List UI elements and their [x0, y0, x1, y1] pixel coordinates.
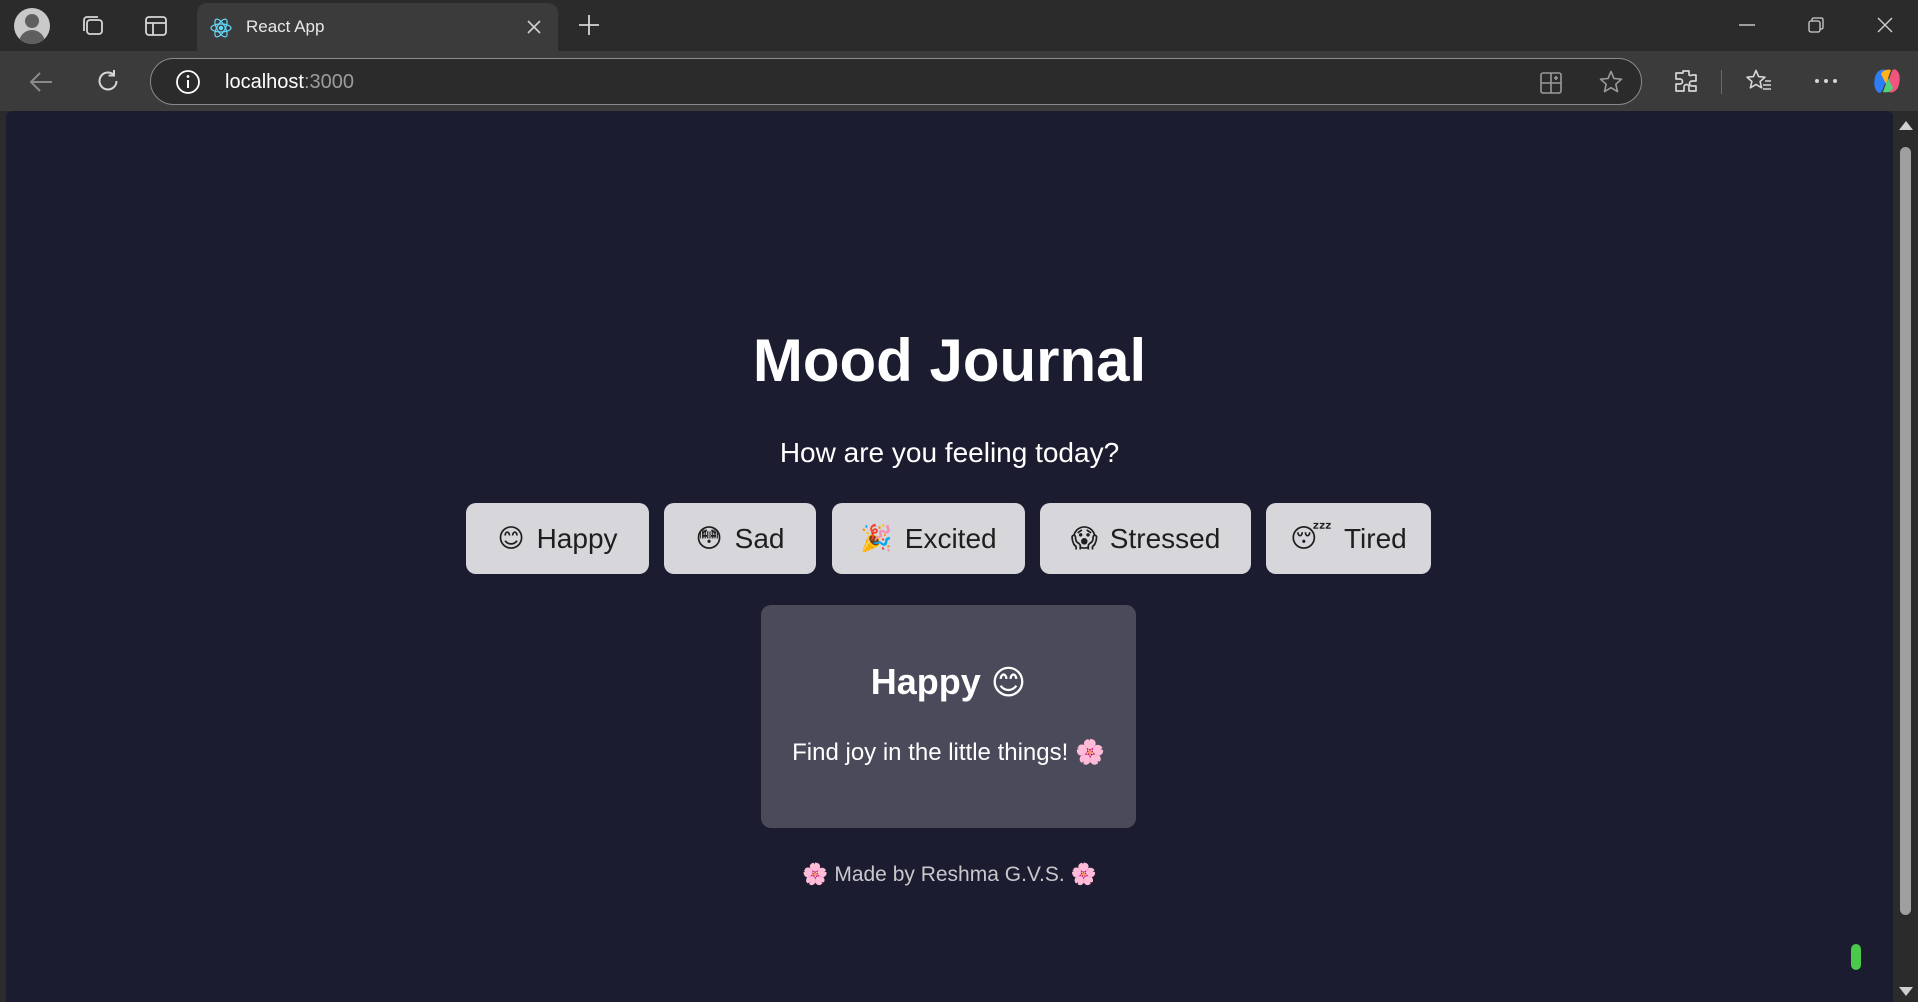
tab-react-app[interactable]: React App: [197, 3, 558, 51]
address-bar[interactable]: localhost:3000: [150, 58, 1642, 105]
flushed-emoji-icon: 😳: [695, 523, 723, 554]
url-host: localhost: [225, 71, 304, 93]
mood-result-message: Find joy in the little things! 🌸: [761, 738, 1136, 767]
close-tab-icon[interactable]: [522, 15, 546, 39]
mood-question: How are you feeling today?: [779, 437, 1120, 468]
mood-button-label: Happy: [536, 522, 618, 554]
mood-button-row: 😊 Happy 😳 Sad 🎉 Excited 😱 Stressed 😴 Tir…: [6, 503, 1893, 574]
mood-result-title: Happy 😊: [761, 661, 1136, 703]
reload-icon[interactable]: [93, 66, 123, 96]
favorites-icon[interactable]: [1744, 66, 1774, 96]
scroll-down-arrow-icon[interactable]: [1899, 987, 1913, 996]
smile-emoji-icon: 😊: [497, 523, 525, 554]
mood-button-tired[interactable]: 😴 Tired: [1266, 503, 1431, 574]
url-port: :3000: [303, 71, 354, 93]
mood-button-label: Excited: [904, 522, 997, 554]
site-info-icon[interactable]: [175, 69, 201, 95]
tab-strip: React App: [0, 0, 1918, 51]
workspaces-icon[interactable]: [78, 12, 108, 40]
scrollbar-thumb[interactable]: [1900, 147, 1911, 915]
mood-button-excited[interactable]: 🎉 Excited: [832, 503, 1025, 574]
close-window-icon[interactable]: [1865, 8, 1905, 42]
browser-window: React App localhost:3000 Mood Journal Ho…: [0, 0, 1918, 1002]
minimize-icon[interactable]: [1727, 8, 1767, 42]
tab-actions-icon[interactable]: [141, 12, 171, 40]
profile-avatar-icon[interactable]: [14, 8, 50, 44]
app-available-icon[interactable]: [1536, 68, 1566, 98]
restore-icon[interactable]: [1796, 8, 1836, 42]
scroll-up-arrow-icon[interactable]: [1899, 121, 1913, 130]
back-arrow-icon[interactable]: [26, 67, 56, 97]
mood-button-label: Stressed: [1109, 522, 1221, 554]
copilot-icon[interactable]: [1869, 63, 1905, 99]
mood-result-card: Happy 😊 Find joy in the little things! 🌸: [761, 605, 1136, 828]
party-popper-emoji-icon: 🎉: [860, 523, 893, 554]
scream-emoji-icon: 😱: [1070, 523, 1098, 554]
tab-title: React App: [246, 17, 325, 36]
react-logo-icon: [209, 16, 233, 40]
blossom-emoji-icon: 🌸: [1070, 862, 1097, 886]
toolbar-divider: [1721, 70, 1722, 94]
mood-button-stressed[interactable]: 😱 Stressed: [1040, 503, 1251, 574]
page-title: Mood Journal: [752, 327, 1147, 394]
browser-toolbar: localhost:3000: [0, 51, 1918, 111]
more-options-icon[interactable]: [1811, 66, 1841, 96]
mood-button-happy[interactable]: 😊 Happy: [466, 503, 649, 574]
page-footer: 🌸 Made by Reshma G.V.S. 🌸: [6, 862, 1893, 887]
mood-result-label: Happy: [870, 661, 981, 702]
extensions-icon[interactable]: [1671, 66, 1701, 96]
footer-credit-text: Made by Reshma G.V.S.: [834, 863, 1065, 886]
blossom-emoji-icon: 🌸: [802, 862, 829, 886]
page-viewport: Mood Journal How are you feeling today? …: [6, 111, 1893, 1002]
mood-message-text: Find joy in the little things!: [792, 739, 1069, 766]
page-scrollbar[interactable]: [1893, 111, 1918, 1002]
blossom-emoji-icon: 🌸: [1074, 738, 1105, 766]
mood-button-label: Sad: [734, 522, 785, 554]
status-indicator: [1851, 944, 1861, 970]
favorite-star-icon[interactable]: [1596, 67, 1626, 97]
sleeping-emoji-icon: 😴: [1290, 523, 1332, 554]
url-text: localhost:3000: [225, 71, 354, 94]
new-tab-icon[interactable]: [574, 10, 604, 40]
smile-emoji-icon: 😊: [990, 663, 1027, 703]
mood-button-label: Tired: [1343, 522, 1407, 554]
mood-button-sad[interactable]: 😳 Sad: [664, 503, 816, 574]
